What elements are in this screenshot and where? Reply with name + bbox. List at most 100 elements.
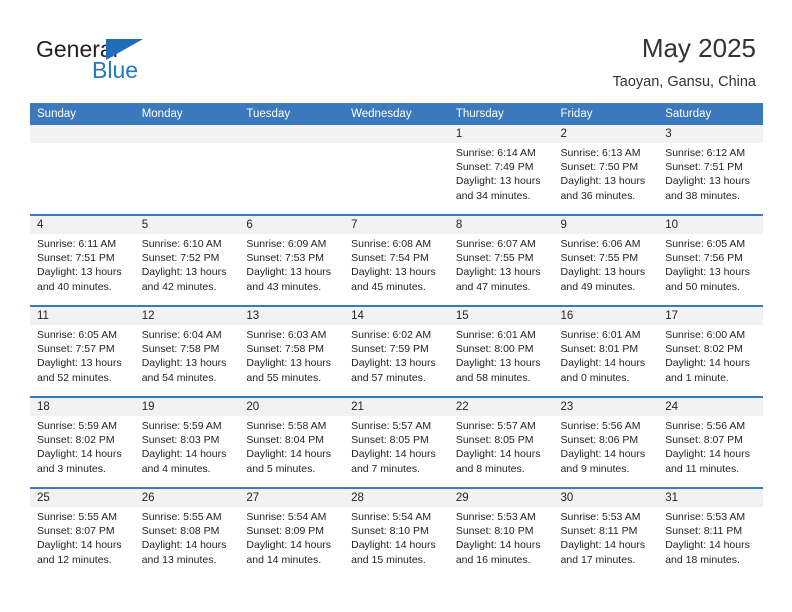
calendar-day-cell[interactable]: 24 Sunrise: 5:56 AM Sunset: 8:07 PM Dayligh…: [658, 396, 763, 488]
daylight-text: Daylight: 14 hours and 18 minutes.: [665, 539, 750, 566]
sunrise-text: Sunrise: 5:56 AM: [560, 420, 641, 432]
brand-logo[interactable]: General Blue: [36, 36, 216, 88]
day-number: 26: [134, 489, 240, 507]
day-number: 12: [134, 307, 240, 325]
calendar-week-row: 18 Sunrise: 5:59 AM Sunset: 8:02 PM Dayligh…: [30, 396, 763, 488]
calendar-day-cell[interactable]: 2 Sunrise: 6:13 AM Sunset: 7:50 PM Daylight…: [553, 125, 659, 215]
day-number: 23: [553, 398, 659, 416]
sunrise-text: Sunrise: 5:56 AM: [665, 420, 746, 432]
calendar-day-cell[interactable]: 21 Sunrise: 5:57 AM Sunset: 8:05 PM Dayligh…: [344, 396, 449, 488]
day-number: 30: [553, 489, 659, 507]
daylight-text: Daylight: 13 hours and 42 minutes.: [141, 266, 227, 293]
calendar-day-cell[interactable]: 29 Sunrise: 5:53 AM Sunset: 8:10 PM Dayligh…: [448, 487, 554, 578]
day-cell-inner: 20 Sunrise: 5:58 AM Sunset: 8:04 PM Dayligh…: [239, 398, 345, 487]
sunset-text: Sunset: 8:01 PM: [560, 343, 639, 356]
calendar-day-cell[interactable]: 8 Sunrise: 6:07 AM Sunset: 7:55 PM Daylight…: [448, 214, 554, 306]
day-cell-inner: 7 Sunrise: 6:08 AM Sunset: 7:54 PM Daylight…: [344, 216, 449, 305]
day-number: 25: [30, 489, 135, 507]
sunset-text: Sunset: 7:55 PM: [455, 252, 534, 265]
daylight-text: Daylight: 13 hours and 49 minutes.: [560, 266, 646, 293]
calendar-day-cell[interactable]: 1 Sunrise: 6:14 AM Sunset: 7:49 PM Daylight…: [448, 125, 554, 215]
daylight-text: Daylight: 13 hours and 50 minutes.: [665, 266, 750, 293]
calendar-day-cell[interactable]: 28 Sunrise: 5:54 AM Sunset: 8:10 PM Dayligh…: [344, 487, 449, 578]
day-details: Sunrise: 6:08 AM Sunset: 7:54 PM Daylight:…: [344, 234, 449, 294]
day-details: Sunrise: 6:05 AM Sunset: 7:56 PM Daylight:…: [658, 234, 763, 294]
calendar-day-cell[interactable]: 9 Sunrise: 6:06 AM Sunset: 7:55 PM Daylight…: [553, 214, 659, 306]
day-cell-inner: 5 Sunrise: 6:10 AM Sunset: 7:52 PM Daylight…: [134, 216, 240, 305]
day-number: 7: [344, 216, 449, 234]
calendar-day-cell[interactable]: 18 Sunrise: 5:59 AM Sunset: 8:02 PM Dayligh…: [30, 396, 135, 488]
sunset-text: Sunset: 7:58 PM: [246, 343, 325, 356]
sunrise-text: Sunrise: 5:53 AM: [455, 511, 536, 523]
sunrise-text: Sunrise: 6:11 AM: [37, 238, 117, 250]
daylight-text: Daylight: 14 hours and 16 minutes.: [455, 539, 541, 566]
calendar-day-cell[interactable]: 4 Sunrise: 6:11 AM Sunset: 7:51 PM Daylight…: [30, 214, 135, 306]
day-details: Sunrise: 6:12 AM Sunset: 7:51 PM Daylight:…: [658, 143, 763, 203]
calendar-day-cell[interactable]: 10 Sunrise: 6:05 AM Sunset: 7:56 PM Dayligh…: [658, 214, 763, 306]
day-number: 14: [344, 307, 449, 325]
calendar-day-cell[interactable]: 20 Sunrise: 5:58 AM Sunset: 8:04 PM Dayligh…: [239, 396, 345, 488]
calendar-week-row: 11 Sunrise: 6:05 AM Sunset: 7:57 PM Dayligh…: [30, 305, 763, 397]
calendar-day-cell[interactable]: 27 Sunrise: 5:54 AM Sunset: 8:09 PM Dayligh…: [239, 487, 345, 578]
calendar-day-cell[interactable]: 25 Sunrise: 5:55 AM Sunset: 8:07 PM Dayligh…: [30, 487, 135, 578]
day-details: Sunrise: 6:01 AM Sunset: 8:01 PM Daylight:…: [554, 325, 659, 385]
calendar-day-cell[interactable]: 12 Sunrise: 6:04 AM Sunset: 7:58 PM Dayligh…: [134, 305, 240, 397]
sunset-text: Sunset: 7:52 PM: [141, 252, 220, 265]
day-number: 13: [239, 307, 345, 325]
calendar-day-cell[interactable]: 13 Sunrise: 6:03 AM Sunset: 7:58 PM Dayligh…: [239, 305, 345, 397]
calendar-day-cell[interactable]: 5 Sunrise: 6:10 AM Sunset: 7:52 PM Daylight…: [134, 214, 240, 306]
calendar-day-cell[interactable]: 6 Sunrise: 6:09 AM Sunset: 7:53 PM Daylight…: [239, 214, 345, 306]
day-cell-inner: 11 Sunrise: 6:05 AM Sunset: 7:57 PM Dayligh…: [30, 307, 135, 396]
calendar-cell-empty: [239, 125, 345, 215]
sunset-text: Sunset: 8:07 PM: [665, 434, 743, 447]
day-cell-inner: 31 Sunrise: 5:53 AM Sunset: 8:11 PM Dayligh…: [658, 489, 763, 578]
calendar-day-cell[interactable]: 23 Sunrise: 5:56 AM Sunset: 8:06 PM Dayligh…: [553, 396, 659, 488]
calendar-day-cell[interactable]: 19 Sunrise: 5:59 AM Sunset: 8:03 PM Dayligh…: [134, 396, 240, 488]
day-details: Sunrise: 5:58 AM Sunset: 8:04 PM Daylight:…: [239, 416, 344, 476]
day-number: 17: [658, 307, 763, 325]
sunset-text: Sunset: 7:53 PM: [246, 252, 325, 265]
calendar-day-cell[interactable]: 31 Sunrise: 5:53 AM Sunset: 8:11 PM Dayligh…: [658, 487, 763, 578]
calendar-day-cell[interactable]: 17 Sunrise: 6:00 AM Sunset: 8:02 PM Dayligh…: [658, 305, 763, 397]
day-cell-inner: 17 Sunrise: 6:00 AM Sunset: 8:02 PM Dayligh…: [658, 307, 763, 396]
sunset-text: Sunset: 7:56 PM: [665, 252, 743, 265]
weekday-header-friday: Friday: [553, 103, 659, 125]
day-cell-inner: 29 Sunrise: 5:53 AM Sunset: 8:10 PM Dayligh…: [448, 489, 554, 578]
day-details: Sunrise: 6:02 AM Sunset: 7:59 PM Daylight:…: [344, 325, 449, 385]
sunrise-text: Sunrise: 6:10 AM: [141, 238, 222, 250]
sunrise-text: Sunrise: 6:03 AM: [246, 329, 327, 341]
day-cell-inner: 24 Sunrise: 5:56 AM Sunset: 8:07 PM Dayligh…: [658, 398, 763, 487]
calendar-day-cell[interactable]: 7 Sunrise: 6:08 AM Sunset: 7:54 PM Daylight…: [344, 214, 449, 306]
day-details: Sunrise: 5:53 AM Sunset: 8:11 PM Daylight:…: [658, 507, 763, 567]
sunrise-text: Sunrise: 5:58 AM: [246, 420, 327, 432]
day-number: 18: [30, 398, 135, 416]
calendar-day-cell[interactable]: 14 Sunrise: 6:02 AM Sunset: 7:59 PM Dayligh…: [344, 305, 449, 397]
sunset-text: Sunset: 7:51 PM: [37, 252, 115, 265]
sunrise-text: Sunrise: 6:14 AM: [455, 147, 536, 159]
day-cell-inner: 14 Sunrise: 6:02 AM Sunset: 7:59 PM Dayligh…: [344, 307, 449, 396]
day-cell-inner: 9 Sunrise: 6:06 AM Sunset: 7:55 PM Daylight…: [553, 216, 659, 305]
daylight-text: Daylight: 13 hours and 45 minutes.: [351, 266, 436, 293]
sunset-text: Sunset: 8:10 PM: [351, 525, 429, 538]
day-cell-inner: 18 Sunrise: 5:59 AM Sunset: 8:02 PM Dayligh…: [30, 398, 135, 487]
day-number: [30, 125, 135, 143]
calendar-day-cell[interactable]: 26 Sunrise: 5:55 AM Sunset: 8:08 PM Dayligh…: [134, 487, 240, 578]
calendar-day-cell[interactable]: 30 Sunrise: 5:53 AM Sunset: 8:11 PM Dayligh…: [553, 487, 659, 578]
day-cell-inner: [239, 125, 345, 214]
sunset-text: Sunset: 8:03 PM: [141, 434, 220, 447]
calendar-day-cell[interactable]: 11 Sunrise: 6:05 AM Sunset: 7:57 PM Dayligh…: [30, 305, 135, 397]
daylight-text: Daylight: 14 hours and 14 minutes.: [246, 539, 332, 566]
day-cell-inner: 1 Sunrise: 6:14 AM Sunset: 7:49 PM Daylight…: [448, 125, 554, 214]
calendar-day-cell[interactable]: 15 Sunrise: 6:01 AM Sunset: 8:00 PM Dayligh…: [448, 305, 554, 397]
calendar-day-cell[interactable]: 16 Sunrise: 6:01 AM Sunset: 8:01 PM Dayligh…: [553, 305, 659, 397]
daylight-text: Daylight: 14 hours and 4 minutes.: [141, 448, 227, 475]
day-cell-inner: 16 Sunrise: 6:01 AM Sunset: 8:01 PM Dayligh…: [553, 307, 659, 396]
calendar-day-cell[interactable]: 3 Sunrise: 6:12 AM Sunset: 7:51 PM Daylight…: [658, 125, 763, 215]
day-number: 9: [553, 216, 659, 234]
daylight-text: Daylight: 13 hours and 58 minutes.: [455, 357, 541, 384]
daylight-text: Daylight: 13 hours and 47 minutes.: [455, 266, 541, 293]
calendar-day-cell[interactable]: 22 Sunrise: 5:57 AM Sunset: 8:05 PM Dayligh…: [448, 396, 554, 488]
calendar-week-row: 4 Sunrise: 6:11 AM Sunset: 7:51 PM Daylight…: [30, 214, 763, 306]
sunset-text: Sunset: 8:11 PM: [665, 525, 743, 538]
day-details: Sunrise: 5:56 AM Sunset: 8:07 PM Daylight:…: [658, 416, 763, 476]
